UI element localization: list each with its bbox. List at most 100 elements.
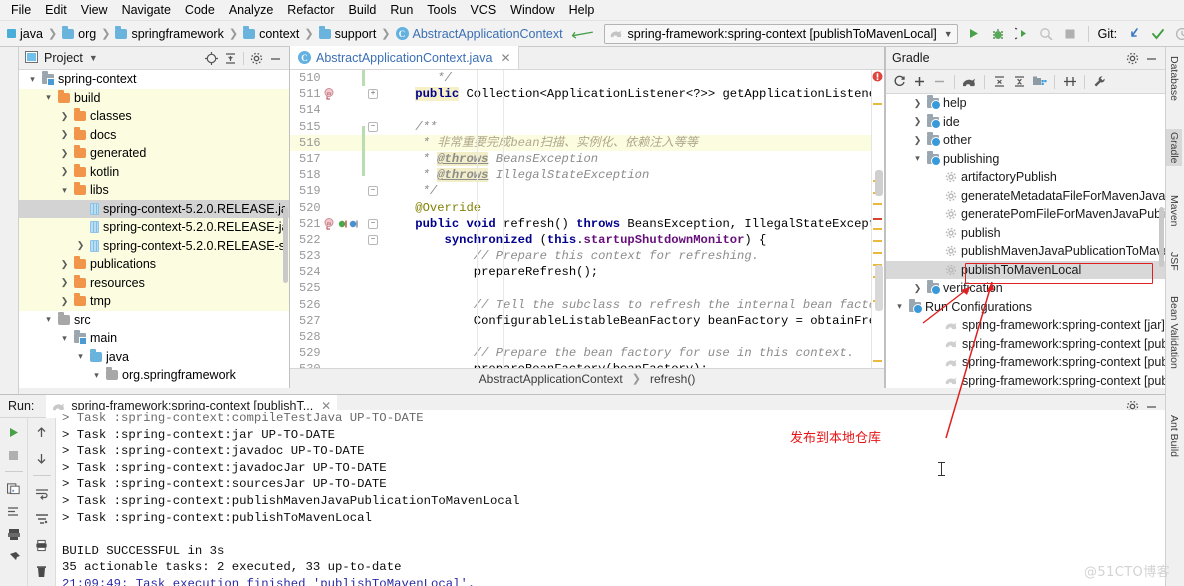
project-tree-item-resources[interactable]: ❯ resources: [19, 273, 289, 292]
run-button[interactable]: [963, 23, 985, 45]
project-tree-item-spring-context-5-2-0-release-sources-jar[interactable]: ❯ spring-context-5.2.0.RELEASE-sources.ja…: [19, 236, 289, 255]
project-tree-item-spring-context-5-2-0-release-jar[interactable]: ❯spring-context-5.2.0.RELEASE.jar: [19, 199, 289, 218]
soft-wrap-icon[interactable]: [32, 483, 52, 503]
gradle-tree-item-publishmavenjavapublicationtomave[interactable]: ❯publishMavenJavaPublicationToMave: [886, 242, 1165, 261]
breadcrumb-method[interactable]: refresh(): [650, 372, 695, 386]
scroll-up-icon[interactable]: [32, 422, 52, 442]
toggle-tasks-icon[interactable]: [1030, 72, 1049, 91]
menu-item-help[interactable]: Help: [562, 1, 602, 20]
chevron-right-icon[interactable]: ❯: [912, 283, 923, 294]
collapse-all-icon[interactable]: [1010, 72, 1029, 91]
project-tree-item-libs[interactable]: ▾ libs: [19, 181, 289, 200]
chevron-right-icon[interactable]: ❯: [59, 148, 70, 159]
right-tab-maven[interactable]: Maven: [1166, 192, 1182, 230]
chevron-down-icon[interactable]: ▾: [43, 92, 54, 103]
debug-button[interactable]: [987, 23, 1009, 45]
right-tab-ant-build[interactable]: Ant Build: [1166, 412, 1182, 460]
commit-button[interactable]: [1147, 23, 1169, 45]
right-tab-database[interactable]: Database: [1166, 53, 1182, 104]
project-scrollbar-thumb[interactable]: [283, 207, 288, 283]
project-tree-item-publications[interactable]: ❯ publications: [19, 255, 289, 274]
gradle-tree-item-publishtomavenlocal[interactable]: ❯publishToMavenLocal: [886, 260, 1165, 279]
menu-item-file[interactable]: File: [4, 1, 38, 20]
chevron-right-icon[interactable]: ❯: [59, 166, 70, 177]
clear-all-icon[interactable]: [32, 561, 52, 581]
gradle-tree-item-spring-framework-spring-context-publi[interactable]: ❯spring-framework:spring-context [publi: [886, 335, 1165, 354]
navbar-crumb-java[interactable]: java: [5, 27, 45, 41]
chevron-down-icon[interactable]: ▾: [894, 301, 905, 312]
run-with-coverage-button[interactable]: [1011, 23, 1033, 45]
menu-item-analyze[interactable]: Analyze: [222, 1, 280, 20]
menu-item-window[interactable]: Window: [503, 1, 561, 20]
run-console-output[interactable]: > Task :spring-context:compileTestJava U…: [56, 410, 1165, 586]
filter-icon[interactable]: [32, 509, 52, 529]
fold-expand-icon[interactable]: +: [368, 89, 378, 100]
hide-icon[interactable]: [266, 49, 285, 68]
project-view-chevron-icon[interactable]: ▼: [89, 53, 98, 63]
navbar-crumb-context[interactable]: context: [241, 25, 301, 41]
code-text[interactable]: */ public Collection<ApplicationListener…: [386, 70, 884, 368]
add-icon[interactable]: [910, 72, 929, 91]
gradle-tree-item-artifactorypublish[interactable]: ❯artifactoryPublish: [886, 168, 1165, 187]
collapse-all-icon[interactable]: [221, 49, 240, 68]
project-tree[interactable]: ▾ spring-context ▾ build ❯ classes ❯ docs ❯ gener…: [19, 70, 289, 388]
expand-all-icon[interactable]: [990, 72, 1009, 91]
back-arrow-icon[interactable]: ⟵: [569, 22, 595, 46]
print-icon[interactable]: [4, 524, 24, 544]
editor-tab-abstractapplicationcontext[interactable]: C AbstractApplicationContext.java ✕: [290, 46, 519, 69]
fold-collapse-icon[interactable]: −: [368, 121, 378, 132]
chevron-down-icon[interactable]: ▾: [75, 351, 86, 362]
gradle-tree-item-generatemetadatafileformavenjavap[interactable]: ❯generateMetadataFileForMavenJavaP: [886, 187, 1165, 206]
editor-breadcrumb[interactable]: AbstractApplicationContext ❯ refresh(): [290, 368, 884, 388]
print-icon-2[interactable]: [32, 535, 52, 555]
project-tree-item-classes[interactable]: ❯ classes: [19, 107, 289, 126]
chevron-down-icon[interactable]: ▾: [912, 153, 923, 164]
pin-icon[interactable]: [4, 547, 24, 567]
chevron-down-icon[interactable]: ▾: [27, 74, 38, 85]
chevron-right-icon[interactable]: ❯: [59, 259, 70, 270]
gradle-tree-item-other[interactable]: ❯ other: [886, 131, 1165, 150]
menu-item-navigate[interactable]: Navigate: [115, 1, 178, 20]
menu-item-vcs[interactable]: VCS: [463, 1, 503, 20]
project-tree-item-kotlin[interactable]: ❯ kotlin: [19, 162, 289, 181]
code-view[interactable]: 510 511 m +514 515−516 517 518 519−520 521 m −522−…: [290, 70, 884, 368]
project-tree-item-docs[interactable]: ❯ docs: [19, 125, 289, 144]
right-tab-jsf[interactable]: JSF: [1166, 249, 1182, 274]
navbar-crumb-abstractapplicationcontext[interactable]: C AbstractApplicationContext: [394, 27, 565, 41]
update-project-button[interactable]: [1123, 23, 1145, 45]
fold-collapse-icon[interactable]: −: [368, 234, 378, 245]
gradle-tree-item-ide[interactable]: ❯ ide: [886, 113, 1165, 132]
right-tab-gradle[interactable]: Gradle: [1166, 128, 1182, 167]
run-configuration-selector[interactable]: spring-framework:spring-context [publish…: [603, 23, 958, 44]
project-tree-item-src[interactable]: ▾ src: [19, 311, 289, 330]
project-tree-item-main[interactable]: ▾ main: [19, 329, 289, 348]
project-tree-item-build[interactable]: ▾ build: [19, 88, 289, 107]
chevron-down-icon[interactable]: ▾: [91, 370, 102, 381]
fold-collapse-icon[interactable]: −: [368, 186, 378, 197]
menu-item-view[interactable]: View: [74, 1, 115, 20]
scroll-to-end-icon[interactable]: [4, 501, 24, 521]
breadcrumb-class[interactable]: AbstractApplicationContext: [479, 372, 623, 386]
refresh-icon[interactable]: [890, 72, 909, 91]
project-tree-item-java[interactable]: ▾ java: [19, 348, 289, 367]
project-tree-item-tmp[interactable]: ❯ tmp: [19, 292, 289, 311]
navbar-crumb-org[interactable]: org: [60, 25, 98, 41]
menu-item-edit[interactable]: Edit: [38, 1, 74, 20]
gradle-tree-item-spring-framework-spring-context-publi[interactable]: ❯spring-framework:spring-context [publi: [886, 372, 1165, 389]
project-tree-item-spring-context[interactable]: ▾ spring-context: [19, 70, 289, 89]
gradle-scrollbar-thumb[interactable]: [1159, 207, 1164, 267]
chevron-down-icon[interactable]: ▾: [43, 314, 54, 325]
menu-item-tools[interactable]: Tools: [420, 1, 463, 20]
close-icon[interactable]: ✕: [500, 51, 510, 65]
error-stripe[interactable]: [871, 70, 884, 368]
menu-item-refactor[interactable]: Refactor: [280, 1, 341, 20]
gradle-tree-item-generatepomfileformavenjavapublic[interactable]: ❯generatePomFileForMavenJavaPublic: [886, 205, 1165, 224]
toggle-tasks-icon[interactable]: [4, 478, 24, 498]
project-tree-item-org-springframework[interactable]: ▾ org.springframework: [19, 366, 289, 385]
menu-item-run[interactable]: Run: [383, 1, 420, 20]
navbar-crumb-springframework[interactable]: springframework: [113, 25, 225, 41]
chevron-right-icon[interactable]: ❯: [912, 98, 923, 109]
chevron-right-icon[interactable]: ❯: [59, 111, 70, 122]
gradle-tree-item-help[interactable]: ❯ help: [886, 94, 1165, 113]
chevron-down-icon[interactable]: ▾: [59, 185, 70, 196]
